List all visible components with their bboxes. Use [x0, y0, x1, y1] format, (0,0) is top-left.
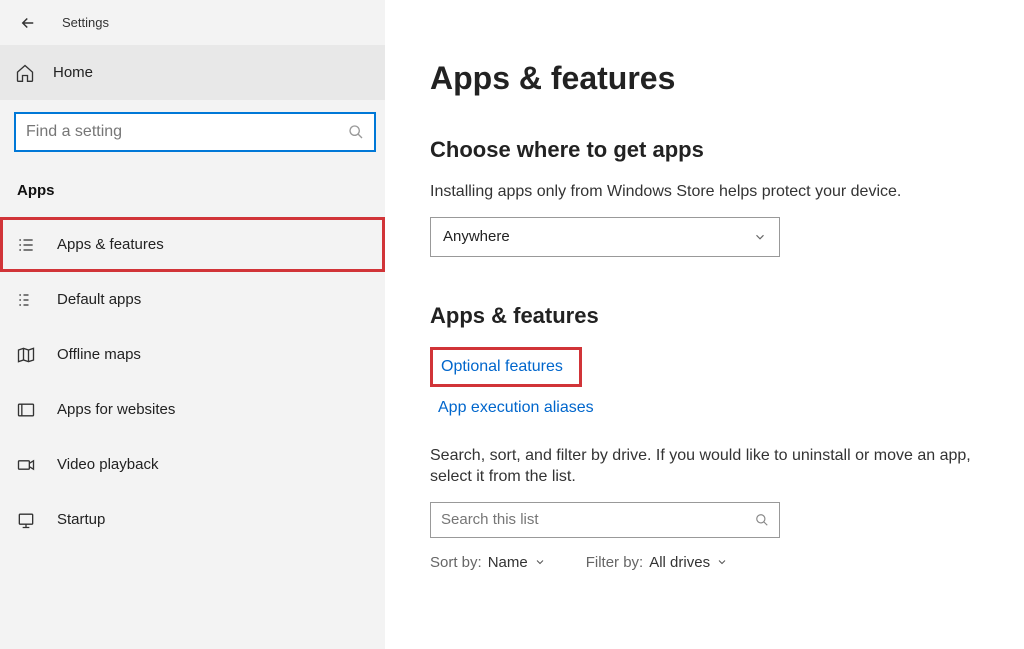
website-icon — [15, 400, 37, 420]
sidebar-item-video-playback[interactable]: Video playback — [0, 437, 385, 492]
video-icon — [15, 455, 37, 475]
dropdown-value: Anywhere — [443, 228, 510, 245]
search-settings-box[interactable] — [14, 112, 376, 152]
map-icon — [15, 345, 37, 365]
optional-features-highlight: Optional features — [430, 347, 582, 387]
filter-by-dropdown[interactable]: Filter by: All drives — [586, 554, 728, 571]
sort-by-dropdown[interactable]: Sort by: Name — [430, 554, 546, 571]
apps-list-search-input[interactable] — [441, 511, 755, 528]
app-execution-aliases-link[interactable]: App execution aliases — [438, 399, 594, 417]
sidebar-item-label: Home — [53, 64, 93, 81]
sidebar-item-label: Apps for websites — [57, 401, 175, 418]
sort-by-value: Name — [488, 554, 528, 571]
sidebar-item-label: Startup — [57, 511, 105, 528]
sidebar-item-startup[interactable]: Startup — [0, 492, 385, 547]
startup-icon — [15, 510, 37, 530]
filter-by-label: Filter by: — [586, 554, 644, 571]
apps-list-search-box[interactable] — [430, 502, 780, 538]
sort-filter-row: Sort by: Name Filter by: All drives — [430, 554, 994, 571]
search-settings-input[interactable] — [26, 123, 348, 141]
sidebar-item-label: Video playback — [57, 456, 158, 473]
chevron-down-icon — [716, 556, 728, 568]
chevron-down-icon — [534, 556, 546, 568]
sidebar-section-label: Apps — [0, 152, 385, 217]
arrow-left-icon — [19, 14, 37, 32]
titlebar: Settings — [0, 0, 385, 45]
sidebar: Settings Home Apps Apps & features Defau… — [0, 0, 385, 649]
home-icon — [15, 63, 35, 83]
sidebar-item-home[interactable]: Home — [0, 45, 385, 100]
sidebar-item-apps-features[interactable]: Apps & features — [0, 217, 385, 272]
sidebar-item-label: Default apps — [57, 291, 141, 308]
search-icon — [755, 513, 769, 527]
section-heading-get-apps: Choose where to get apps — [430, 137, 994, 163]
window-title: Settings — [62, 15, 109, 30]
sidebar-item-apps-for-websites[interactable]: Apps for websites — [0, 382, 385, 437]
get-apps-dropdown[interactable]: Anywhere — [430, 217, 780, 257]
default-apps-icon — [15, 290, 37, 310]
back-button[interactable] — [16, 11, 40, 35]
filter-by-value: All drives — [649, 554, 710, 571]
sidebar-item-offline-maps[interactable]: Offline maps — [0, 327, 385, 382]
page-title: Apps & features — [430, 60, 994, 97]
search-icon — [348, 124, 364, 140]
sidebar-item-default-apps[interactable]: Default apps — [0, 272, 385, 327]
optional-features-link[interactable]: Optional features — [441, 358, 563, 376]
chevron-down-icon — [753, 230, 767, 244]
apps-list-description: Search, sort, and filter by drive. If yo… — [430, 445, 990, 488]
section-heading-apps-features: Apps & features — [430, 303, 994, 329]
sidebar-item-label: Apps & features — [57, 236, 164, 253]
apps-list-icon — [15, 235, 37, 255]
content-area: Apps & features Choose where to get apps… — [385, 0, 1024, 649]
sort-by-label: Sort by: — [430, 554, 482, 571]
sidebar-item-label: Offline maps — [57, 346, 141, 363]
get-apps-description: Installing apps only from Windows Store … — [430, 181, 990, 203]
